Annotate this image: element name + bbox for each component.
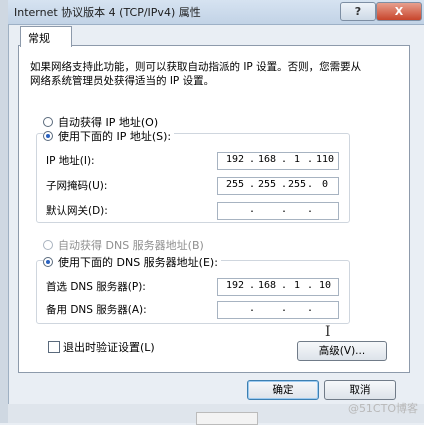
text-cursor-icon: I [325, 324, 331, 340]
pdns-dot-1: . [248, 280, 256, 291]
ip-octet-3: 1 [293, 154, 301, 165]
ok-button[interactable]: 确定 [247, 380, 319, 400]
manual-dns-option[interactable]: 使用下面的 DNS 服务器地址(E): [43, 254, 221, 270]
subnet-mask-field[interactable]: 255 . 255 . 255 . 0 [217, 177, 339, 195]
gateway-dot-1: . [248, 204, 256, 215]
gateway-dot-3: . [306, 204, 314, 215]
intro-text: 如果网络支持此功能，则可以获取自动指派的 IP 设置。否则，您需要从网络系统管理… [30, 61, 362, 87]
pdns-dot-3: . [306, 280, 314, 291]
tab-general-label: 常规 [28, 32, 50, 45]
auto-dns-label: 自动获得 DNS 服务器地址(B) [58, 239, 204, 252]
validate-on-exit-label[interactable]: 退出时验证设置(L) [63, 339, 155, 355]
subnet-dot-3: . [306, 179, 314, 190]
pdns-octet-2: 168 [257, 280, 277, 291]
validate-on-exit-checkbox[interactable] [48, 341, 60, 353]
manual-dns-radio[interactable] [43, 257, 53, 267]
subnet-octet-4: 0 [321, 179, 329, 190]
tab-general[interactable]: 常规 [20, 26, 72, 47]
subnet-octet-2: 255 [257, 179, 277, 190]
preferred-dns-field[interactable]: 192 . 168 . 1 . 10 [217, 278, 339, 296]
pdns-octet-4: 10 [318, 280, 332, 291]
auto-dns-radio[interactable] [43, 240, 53, 250]
alternate-dns-field[interactable]: . . . [217, 301, 339, 319]
preferred-dns-label: 首选 DNS 服务器(P): [46, 281, 146, 293]
title-bar[interactable]: Internet 协议版本 4 (TCP/IPv4) 属性 ? X [8, 0, 424, 25]
subnet-mask-label: 子网掩码(U): [46, 180, 108, 192]
ip-octet-2: 168 [257, 154, 277, 165]
manual-dns-label: 使用下面的 DNS 服务器地址(E): [58, 256, 218, 269]
manual-ip-option[interactable]: 使用下面的 IP 地址(S): [43, 128, 175, 144]
ip-address-label: IP 地址(I): [46, 155, 95, 167]
close-button[interactable]: X [376, 2, 422, 21]
ip-octet-4: 110 [315, 154, 335, 165]
gateway-label: 默认网关(D): [46, 205, 108, 217]
manual-ip-label: 使用下面的 IP 地址(S): [58, 130, 172, 143]
auto-ip-radio[interactable] [43, 117, 53, 127]
watermark: @51CTO博客 [347, 402, 418, 415]
manual-ip-radio[interactable] [43, 131, 53, 141]
window-title: Internet 协议版本 4 (TCP/IPv4) 属性 [14, 6, 201, 19]
help-button[interactable]: ? [340, 2, 376, 21]
advanced-button[interactable]: 高级(V)... [297, 341, 387, 361]
adns-dot-2: . [280, 303, 288, 314]
cancel-button[interactable]: 取消 [324, 380, 396, 400]
adns-dot-3: . [306, 303, 314, 314]
ip-dot-1: . [248, 154, 256, 165]
alternate-dns-label: 备用 DNS 服务器(A): [46, 304, 147, 316]
pdns-octet-3: 1 [293, 280, 301, 291]
adns-dot-1: . [248, 303, 256, 314]
gateway-field[interactable]: . . . [217, 202, 339, 220]
gateway-dot-2: . [280, 204, 288, 215]
ip-octet-1: 192 [225, 154, 245, 165]
ip-dot-3: . [306, 154, 314, 165]
pdns-octet-1: 192 [225, 280, 245, 291]
background-window-edge [0, 0, 9, 423]
background-tab [196, 412, 258, 425]
subnet-octet-1: 255 [225, 179, 245, 190]
subnet-dot-1: . [248, 179, 256, 190]
subnet-octet-3: 255 [287, 179, 307, 190]
ip-address-field[interactable]: 192 . 168 . 1 . 110 [217, 152, 339, 170]
auto-dns-option[interactable]: 自动获得 DNS 服务器地址(B) [43, 237, 204, 253]
